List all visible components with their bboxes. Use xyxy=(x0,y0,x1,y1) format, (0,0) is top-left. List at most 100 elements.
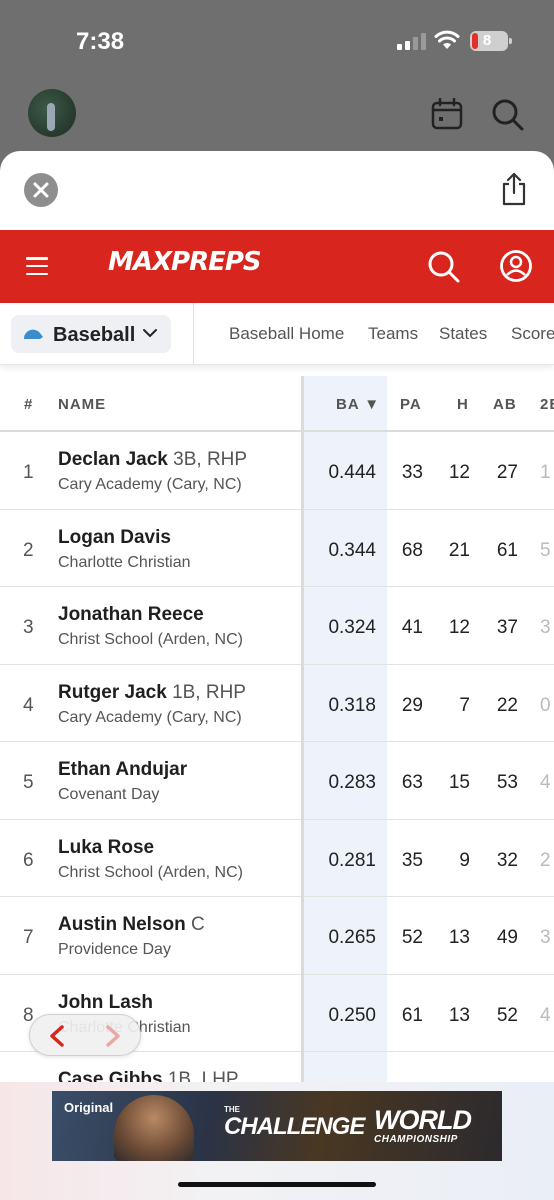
battery-icon: 8 xyxy=(470,31,512,51)
player-name[interactable]: Declan Jack 3B, RHP xyxy=(58,449,247,471)
close-icon xyxy=(33,182,49,198)
cellular-signal-icon xyxy=(397,33,426,50)
player-name-text: John Lash xyxy=(58,991,154,1013)
forward-arrow-icon[interactable] xyxy=(102,1024,124,1048)
search-icon[interactable] xyxy=(427,250,461,284)
player-school: Charlotte Christian xyxy=(58,553,191,571)
stat-ba: 0.283 xyxy=(328,772,376,793)
nav-baseball-home[interactable]: Baseball Home xyxy=(229,324,344,344)
table-row[interactable]: 9Case Gibbs 1B, LHP xyxy=(0,1052,554,1086)
stat-ab: 37 xyxy=(496,617,518,638)
stat-2b: 2 xyxy=(540,849,551,871)
header-rank: # xyxy=(24,396,34,413)
avatar[interactable] xyxy=(28,89,76,137)
stat-ab: 32 xyxy=(496,849,518,871)
header-2b[interactable]: 2B xyxy=(540,396,554,413)
sport-subnav: Baseball Baseball Home Teams States Scor… xyxy=(0,303,554,365)
player-name[interactable]: Ethan Andujar xyxy=(58,759,187,781)
stat-2b: 5 xyxy=(540,539,551,561)
table-row[interactable]: 1 Declan Jack 3B, RHP Cary Academy (Cary, … xyxy=(0,432,554,510)
table-row[interactable]: 7 Austin Nelson C Providence Day 0.265 52 13 4… xyxy=(0,897,554,975)
stat-pa: 33 xyxy=(401,462,423,483)
stat-ba: 0.344 xyxy=(328,539,376,561)
nav-states[interactable]: States xyxy=(439,324,487,344)
battery-level: 8 xyxy=(482,32,492,49)
ad-banner[interactable]: Original THE CHALLENGE WORLD CHAMPIONSHI… xyxy=(52,1091,502,1161)
sport-selector[interactable]: Baseball xyxy=(11,315,171,353)
ad-title-2: WORLD xyxy=(374,1105,472,1135)
header-name[interactable]: NAME xyxy=(58,396,106,413)
table-header: # NAME BA ▼ PA H AB 2B xyxy=(0,376,554,432)
player-name[interactable]: John Lash xyxy=(58,992,153,1014)
row-rank: 6 xyxy=(23,849,34,871)
stat-h: 12 xyxy=(448,617,470,638)
stat-2b: 1 xyxy=(540,462,551,483)
stat-ab: 27 xyxy=(496,462,518,483)
stat-pa: 61 xyxy=(401,1004,423,1026)
player-name-text: Declan Jack xyxy=(58,449,168,470)
player-name-text: Jonathan Reece xyxy=(58,604,204,625)
back-arrow-icon[interactable] xyxy=(46,1024,68,1048)
stat-h: 12 xyxy=(448,462,470,483)
history-nav xyxy=(29,1014,141,1056)
header-ba[interactable]: BA ▼ xyxy=(336,396,380,413)
chevron-down-icon xyxy=(143,329,157,338)
search-icon[interactable] xyxy=(491,98,525,132)
header-h[interactable]: H xyxy=(457,396,469,413)
ad-title-1: CHALLENGE xyxy=(224,1113,365,1140)
stat-ab: 49 xyxy=(496,927,518,948)
stat-h: 13 xyxy=(448,1004,470,1026)
player-school: Cary Academy (Cary, NC) xyxy=(58,708,242,726)
player-position: 3B, RHP xyxy=(173,449,248,470)
stat-pa: 35 xyxy=(401,849,423,871)
table-row[interactable]: 5 Ethan Andujar Covenant Day 0.283 63 15 53 4 xyxy=(0,742,554,820)
table-row[interactable]: 3 Jonathan Reece Christ School (Arden, NC… xyxy=(0,587,554,665)
stat-2b: 3 xyxy=(540,617,551,638)
player-name[interactable]: Jonathan Reece xyxy=(58,604,204,626)
player-school: Covenant Day xyxy=(58,786,160,803)
menu-icon[interactable] xyxy=(26,257,48,275)
share-icon[interactable] xyxy=(500,171,528,207)
nav-teams[interactable]: Teams xyxy=(368,324,418,344)
stat-h: 13 xyxy=(448,927,470,948)
stat-ab: 52 xyxy=(496,1004,518,1026)
player-name-text: Rutger Jack xyxy=(58,681,167,703)
stats-table: # NAME BA ▼ PA H AB 2B 1 Declan Jack 3B, … xyxy=(0,376,554,1086)
stat-ba: 0.318 xyxy=(328,694,376,716)
stat-pa: 63 xyxy=(401,772,423,793)
stat-2b: 3 xyxy=(540,927,551,948)
player-name[interactable]: Rutger Jack 1B, RHP xyxy=(58,682,246,704)
stat-h: 21 xyxy=(448,539,470,561)
stat-ab: 22 xyxy=(496,694,518,716)
maxpreps-logo[interactable]: MAXPREPS xyxy=(108,247,262,277)
player-school: Providence Day xyxy=(58,941,171,958)
player-position: 1B, RHP xyxy=(172,681,246,703)
table-row[interactable]: 6 Luka Rose Christ School (Arden, NC) 0.28… xyxy=(0,820,554,897)
home-indicator xyxy=(178,1182,376,1187)
nav-scores[interactable]: Scores xyxy=(511,324,554,344)
calendar-icon[interactable] xyxy=(431,98,463,130)
ad-brand: Original xyxy=(64,1100,114,1115)
header-pa[interactable]: PA xyxy=(400,396,422,413)
account-icon[interactable] xyxy=(499,249,533,283)
player-name[interactable]: Luka Rose xyxy=(58,837,154,859)
stat-pa: 52 xyxy=(401,927,423,948)
player-name[interactable]: Logan Davis xyxy=(58,527,171,549)
status-time: 7:38 xyxy=(76,28,125,55)
stat-2b: 4 xyxy=(540,772,551,793)
close-button[interactable] xyxy=(24,173,58,207)
row-rank: 4 xyxy=(23,694,34,716)
table-row[interactable]: 2 Logan Davis Charlotte Christian 0.344 68 2… xyxy=(0,510,554,587)
stat-ba: 0.250 xyxy=(328,1004,376,1026)
player-name-text: Luka Rose xyxy=(58,836,155,858)
table-row[interactable]: 4 Rutger Jack 1B, RHP Cary Academy (Cary, … xyxy=(0,665,554,742)
stat-ab: 53 xyxy=(496,772,518,793)
row-rank: 7 xyxy=(23,927,34,948)
sport-label: Baseball xyxy=(53,324,136,346)
player-name-text: Ethan Andujar xyxy=(58,759,188,780)
status-bar: 7:38 8 xyxy=(0,0,554,80)
player-name[interactable]: Austin Nelson C xyxy=(58,914,205,936)
player-school: Christ School (Arden, NC) xyxy=(58,863,243,881)
stat-h: 15 xyxy=(448,772,470,793)
header-ab[interactable]: AB xyxy=(493,396,517,413)
